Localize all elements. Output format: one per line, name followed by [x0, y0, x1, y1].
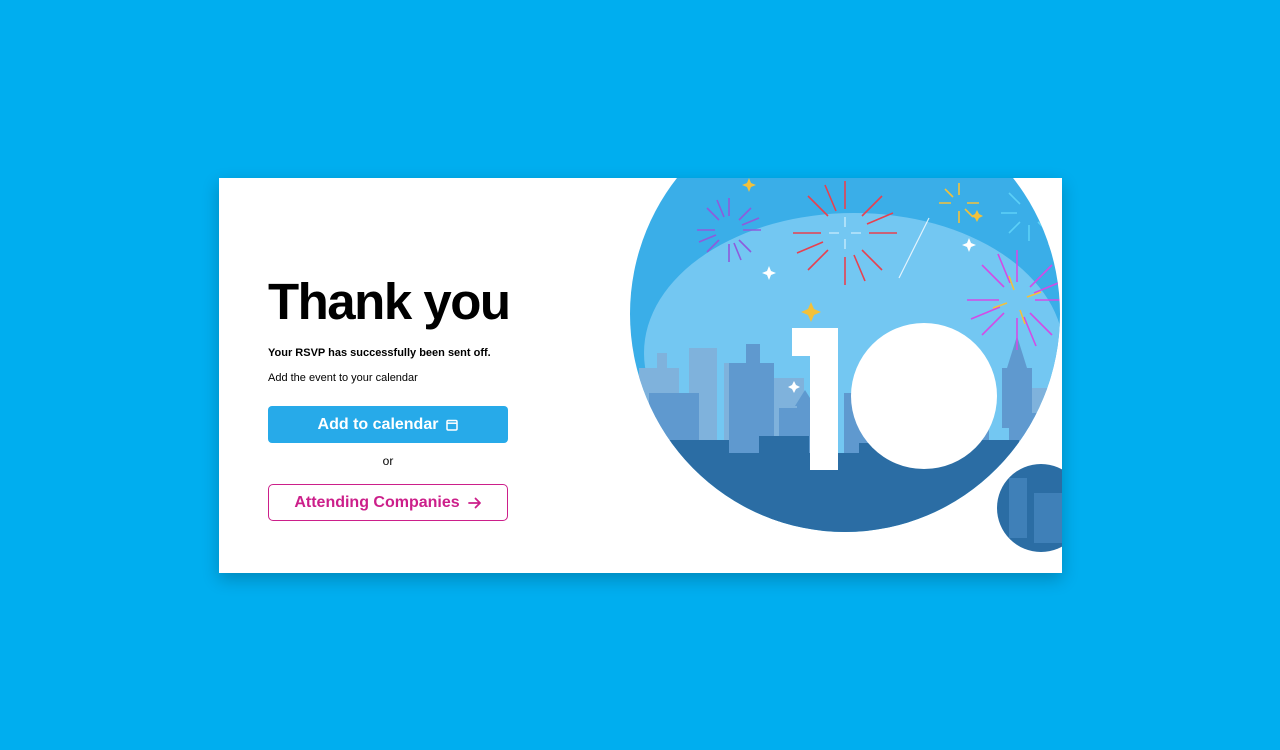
add-to-calendar-button[interactable]: Add to calendar — [268, 406, 508, 443]
add-to-calendar-label: Add to calendar — [317, 415, 439, 433]
skyline-circle — [630, 178, 1060, 532]
attending-companies-label: Attending Companies — [294, 493, 460, 511]
confirmation-panel: Thank you Your RSVP has successfully bee… — [268, 273, 518, 521]
rsvp-confirmation-text: Your RSVP has successfully been sent off… — [268, 347, 491, 359]
thank-you-card: Thank you Your RSVP has successfully bee… — [219, 178, 1062, 573]
number-ten-graphic — [792, 323, 997, 470]
attending-companies-button[interactable]: Attending Companies — [268, 484, 508, 521]
calendar-icon — [446, 419, 459, 431]
anniversary-illustration — [630, 178, 1062, 552]
calendar-helper-text: Add the event to your calendar — [268, 372, 418, 384]
or-separator: or — [382, 454, 394, 468]
small-skyline-circle — [997, 464, 1062, 552]
page-title: Thank you — [268, 273, 511, 330]
arrow-right-icon — [467, 497, 481, 508]
